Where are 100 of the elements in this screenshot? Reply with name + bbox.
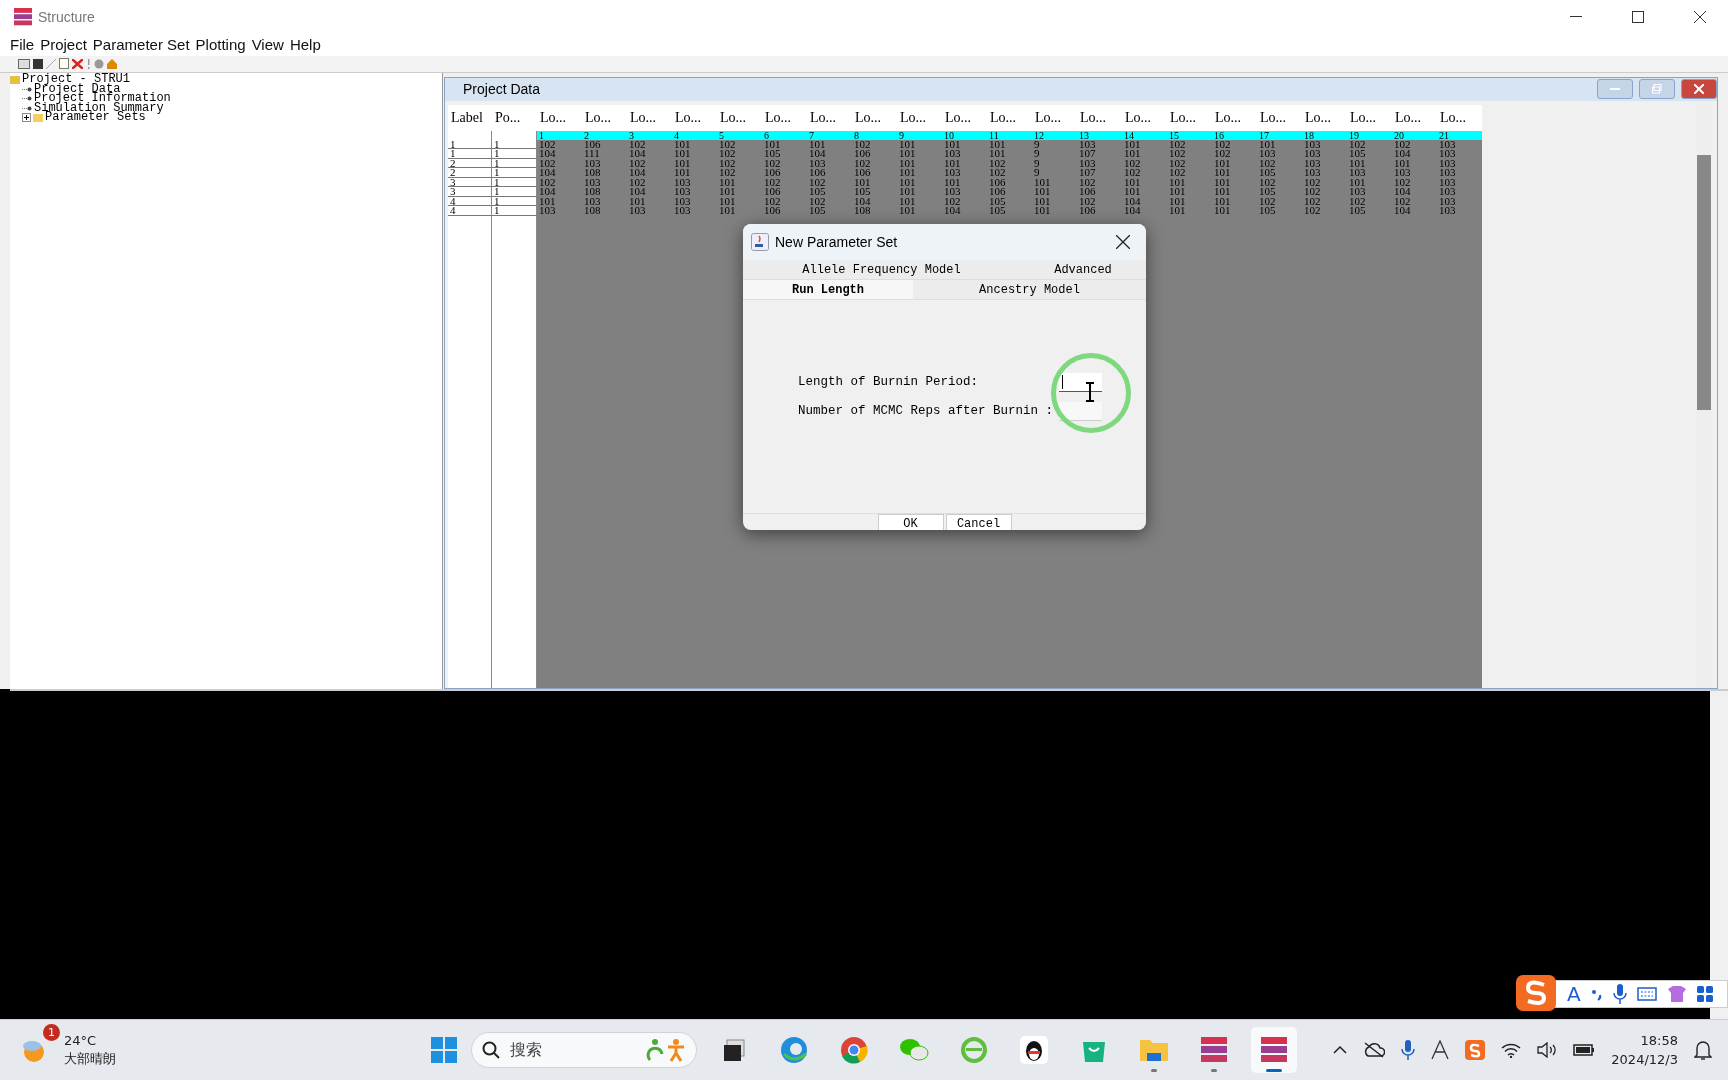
table-cell: 101 <box>897 168 942 178</box>
column-header[interactable]: Lo... <box>717 104 762 131</box>
table-cell: 106 <box>1077 187 1122 197</box>
table-cell: 101 <box>897 177 942 188</box>
tab[interactable]: Ancestry Model <box>913 280 1146 299</box>
column-header[interactable]: Lo... <box>1257 104 1302 131</box>
table-cell: 102 <box>537 158 582 169</box>
table-cell: 9 <box>1032 168 1077 178</box>
table-cell: 106 <box>762 206 807 216</box>
table-cell: 101 <box>897 206 942 216</box>
column-header[interactable]: Lo... <box>627 104 672 131</box>
table-cell: 103 <box>1257 149 1302 159</box>
table-cell: 103 <box>537 206 582 216</box>
menu-item[interactable]: View <box>251 36 284 54</box>
menu-item[interactable]: Plotting <box>195 36 246 54</box>
column-header[interactable]: Lo... <box>942 104 987 131</box>
column-header[interactable]: Lo... <box>1392 104 1437 131</box>
column-header[interactable]: Lo... <box>1437 104 1482 131</box>
column-header[interactable]: Lo... <box>1077 104 1122 131</box>
locus-number: 15 <box>1167 130 1212 140</box>
table-cell: 102 <box>1302 196 1347 207</box>
table-cell: 101 <box>942 177 987 188</box>
table-cell: 101 <box>897 158 942 169</box>
table-cell: 103 <box>582 158 627 169</box>
column-header[interactable]: Lo... <box>1212 104 1257 131</box>
table-cell: 102 <box>762 158 807 169</box>
table-cell: 101 <box>672 139 717 150</box>
column-header[interactable]: Lo... <box>852 104 897 131</box>
column-header[interactable]: Lo... <box>582 104 627 131</box>
table-cell: 101 <box>537 196 582 207</box>
table-cell: 102 <box>1212 149 1257 159</box>
table-cell: 103 <box>1437 177 1482 188</box>
locus-number: 18 <box>1302 130 1347 140</box>
locus-number: 2 <box>582 130 627 140</box>
tab[interactable]: Run Length <box>743 280 913 299</box>
table-cell: 101 <box>717 187 762 197</box>
column-header[interactable]: Lo... <box>987 104 1032 131</box>
column-header[interactable]: Label <box>448 104 492 131</box>
locus-number: 7 <box>807 130 852 140</box>
table-cell: 102 <box>627 177 672 188</box>
table-cell: 103 <box>582 196 627 207</box>
table-cell: 101 <box>1212 168 1257 178</box>
table-cell: 103 <box>1437 206 1482 216</box>
menu-item[interactable]: Parameter Set <box>92 36 190 54</box>
table-cell: 101 <box>717 196 762 207</box>
window-title: Project Data <box>463 81 542 98</box>
column-header[interactable]: Lo... <box>1302 104 1347 131</box>
table-cell: 101 <box>627 196 672 207</box>
menu-item[interactable]: File <box>10 36 35 54</box>
column-header[interactable]: Lo... <box>1032 104 1077 131</box>
column-header[interactable]: Po... <box>492 104 537 131</box>
column-header[interactable]: Lo... <box>897 104 942 131</box>
field-label: Number of MCMC Reps after Burnin : <box>798 404 1054 418</box>
locus-number: 20 <box>1392 130 1437 140</box>
table-cell: 103 <box>942 187 987 197</box>
column-header[interactable]: Lo... <box>1122 104 1167 131</box>
table-cell: 105 <box>807 206 852 216</box>
table-cell: 105 <box>1347 149 1392 159</box>
table-cell: 102 <box>627 139 672 150</box>
table-cell: 1 <box>492 168 537 178</box>
table-cell: 102 <box>1122 168 1167 178</box>
search-field[interactable]: 搜索 <box>471 1032 697 1069</box>
table-cell: 104 <box>537 168 582 178</box>
tab[interactable]: Allele Frequency Model <box>743 260 1020 279</box>
table-cell: 102 <box>987 158 1032 169</box>
table-cell: 107 <box>1077 168 1122 178</box>
column-header[interactable]: Lo... <box>537 104 582 131</box>
table-cell: 102 <box>1347 196 1392 207</box>
column-header[interactable]: Lo... <box>807 104 852 131</box>
table-cell: 102 <box>1302 206 1347 216</box>
table-cell: 108 <box>582 168 627 178</box>
tree-item[interactable]: Parameter Sets <box>45 113 146 123</box>
table-cell: 102 <box>762 177 807 188</box>
clock[interactable]: 18:58 2024/12/3 <box>1611 1031 1678 1070</box>
column-header[interactable]: Lo... <box>1347 104 1392 131</box>
table-cell: 106 <box>762 187 807 197</box>
table-cell: 103 <box>1437 139 1482 150</box>
column-header[interactable]: Lo... <box>762 104 807 131</box>
table-cell: 102 <box>1302 177 1347 188</box>
table-cell: 102 <box>1077 196 1122 207</box>
table-cell: 105 <box>1347 206 1392 216</box>
menu-item[interactable]: Help <box>289 36 321 54</box>
input-mode[interactable]: A <box>1567 982 1581 1006</box>
column-header[interactable]: Lo... <box>672 104 717 131</box>
table-cell: 1 <box>492 177 537 188</box>
table-cell: 101 <box>1122 149 1167 159</box>
table-cell: 101 <box>942 158 987 169</box>
table-cell: 102 <box>537 139 582 150</box>
column-header[interactable]: Lo... <box>1167 104 1212 131</box>
table-cell: 9 <box>1032 139 1077 150</box>
locus-number: 8 <box>852 130 897 140</box>
dialog-button[interactable]: OK <box>877 514 944 530</box>
table-cell: 102 <box>1347 139 1392 150</box>
table-cell: 105 <box>987 206 1032 216</box>
table-cell: 103 <box>672 177 717 188</box>
tab[interactable]: Advanced <box>1020 260 1146 279</box>
menu-item[interactable]: Project <box>40 36 87 54</box>
dialog-button[interactable]: Cancel <box>945 514 1012 530</box>
weather-condition: 大部晴朗 <box>64 1050 116 1069</box>
table-cell: 1 <box>492 206 537 216</box>
